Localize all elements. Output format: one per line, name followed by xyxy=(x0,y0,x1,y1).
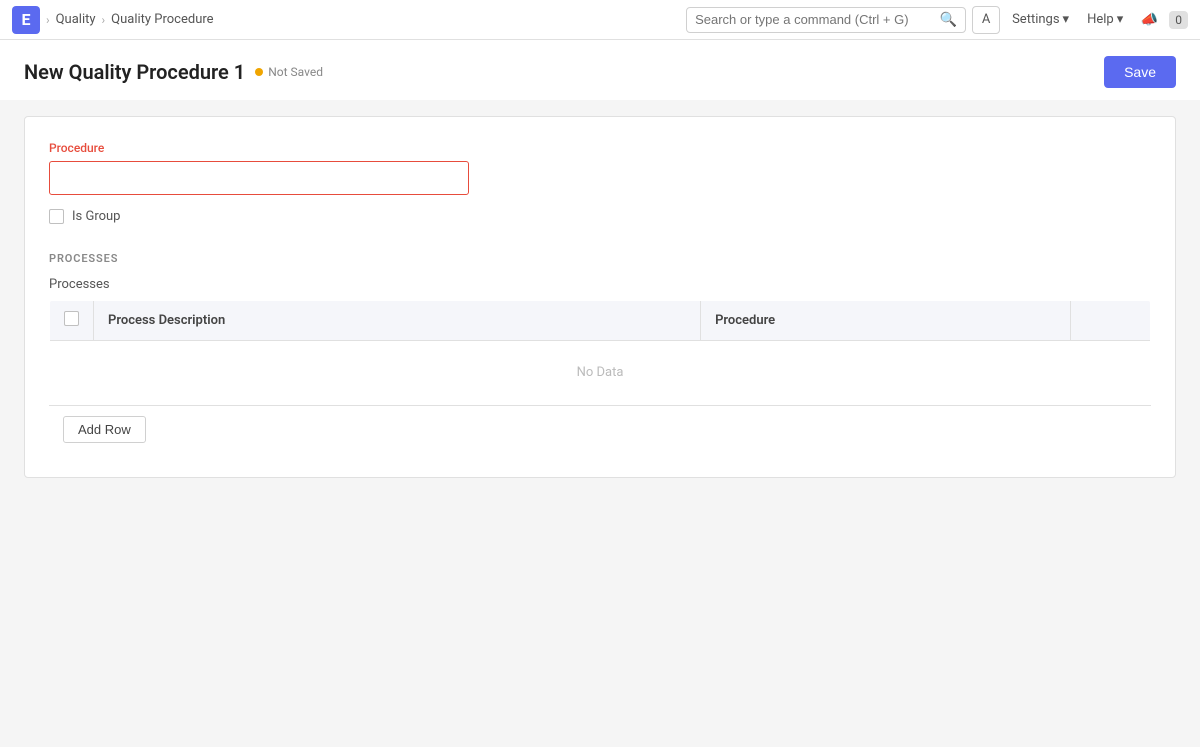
th-process-description: Process Description xyxy=(94,301,701,341)
is-group-area: Is Group xyxy=(49,209,1151,224)
save-button[interactable]: Save xyxy=(1104,56,1176,88)
breadcrumb-quality-procedure[interactable]: Quality Procedure xyxy=(111,12,213,27)
search-input[interactable] xyxy=(695,12,934,27)
no-data-row: No Data xyxy=(50,341,1151,405)
page-title: New Quality Procedure 1 xyxy=(24,60,245,84)
status-badge: Not Saved xyxy=(255,65,323,79)
chevron-down-icon-help: ▾ xyxy=(1117,12,1124,27)
chevron-down-icon: ▾ xyxy=(1063,12,1070,27)
status-dot xyxy=(255,68,263,76)
avatar[interactable]: A xyxy=(972,6,1000,34)
add-row-button[interactable]: Add Row xyxy=(63,416,146,443)
breadcrumb-quality[interactable]: Quality xyxy=(56,12,96,27)
processes-label: Processes xyxy=(49,277,1151,292)
search-bar: 🔍 xyxy=(686,7,966,33)
help-menu[interactable]: Help ▾ xyxy=(1081,8,1129,31)
th-checkbox xyxy=(50,301,94,341)
table-header-row: Process Description Procedure xyxy=(50,301,1151,341)
add-row-area: Add Row xyxy=(49,405,1151,453)
is-group-label: Is Group xyxy=(72,209,120,224)
notifications-count[interactable]: 0 xyxy=(1169,11,1188,29)
procedure-field: Procedure xyxy=(49,141,1151,195)
search-icon: 🔍 xyxy=(940,12,957,28)
processes-section: PROCESSES Processes Process Description … xyxy=(49,252,1151,453)
page-header: New Quality Procedure 1 Not Saved Save xyxy=(0,40,1200,100)
processes-section-title: PROCESSES xyxy=(49,252,1151,265)
navbar: E › Quality › Quality Procedure 🔍 A Sett… xyxy=(0,0,1200,40)
settings-menu[interactable]: Settings ▾ xyxy=(1006,8,1075,31)
th-procedure: Procedure xyxy=(701,301,1071,341)
is-group-checkbox[interactable] xyxy=(49,209,64,224)
main-content: Procedure Is Group PROCESSES Processes P xyxy=(0,100,1200,494)
status-text: Not Saved xyxy=(268,65,323,79)
select-all-checkbox[interactable] xyxy=(64,311,79,326)
th-actions xyxy=(1071,301,1151,341)
notifications-icon[interactable]: 📣 xyxy=(1135,6,1163,34)
chevron-icon-2: › xyxy=(102,13,106,27)
app-logo[interactable]: E xyxy=(12,6,40,34)
page-title-area: New Quality Procedure 1 Not Saved xyxy=(24,60,323,84)
form-card: Procedure Is Group PROCESSES Processes P xyxy=(24,116,1176,478)
procedure-label: Procedure xyxy=(49,141,1151,155)
no-data-text: No Data xyxy=(577,365,624,380)
procedure-input[interactable] xyxy=(49,161,469,195)
chevron-icon-1: › xyxy=(46,13,50,27)
processes-table: Process Description Procedure No Data xyxy=(49,300,1151,405)
